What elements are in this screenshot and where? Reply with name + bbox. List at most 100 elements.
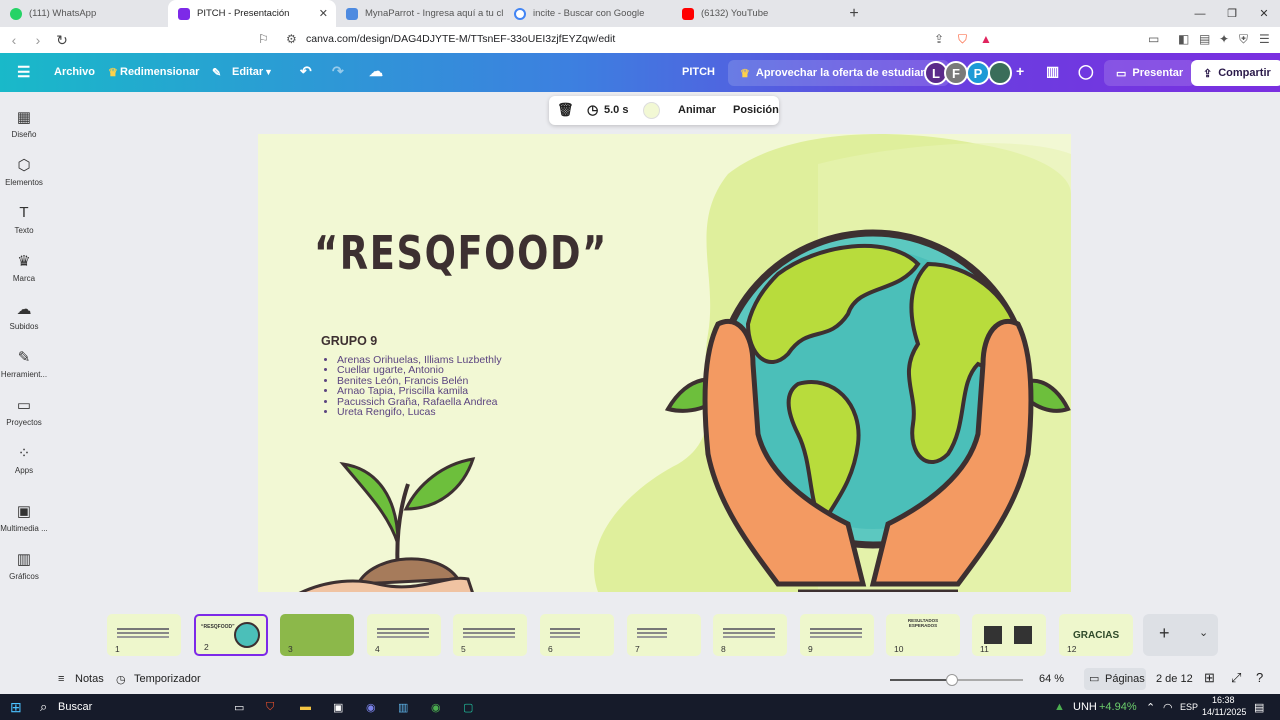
avatar-photo[interactable] [988, 61, 1012, 85]
member-list[interactable]: Arenas Orihuelas, Illiams Luzbethly Cuel… [337, 355, 502, 418]
presentar-button[interactable]: ▭ Presentar [1104, 60, 1196, 86]
browser-tab[interactable]: incite - Buscar con Google [504, 0, 672, 27]
back-icon[interactable]: ‹ [4, 32, 24, 48]
analytics-icon[interactable]: ▥ [1046, 63, 1059, 80]
file-explorer-icon[interactable]: ▬ [300, 701, 311, 713]
close-window-icon[interactable]: ✕ [1248, 0, 1280, 27]
task-view-icon[interactable]: ▭ [234, 701, 244, 714]
grid-view-icon[interactable]: ⊞ [1204, 670, 1215, 686]
thumbnail-page-3[interactable]: 3 [280, 614, 354, 656]
close-tab-icon[interactable]: ✕ [319, 7, 328, 20]
redo-icon[interactable]: ↷ [332, 63, 344, 80]
app-icon[interactable]: ▥ [398, 701, 408, 714]
browser-tab[interactable]: MynaParrot - Ingresa aquí a tu cl [336, 0, 504, 27]
cloud-saved-icon[interactable]: ☁ [369, 63, 383, 80]
vpn-icon[interactable]: ⛨ [1239, 32, 1248, 47]
animar-button[interactable]: Animar [678, 104, 716, 116]
undo-icon[interactable]: ↶ [300, 63, 312, 80]
compartir-button[interactable]: ⇪ Compartir [1191, 60, 1280, 86]
page-counter[interactable]: 2 de 12 [1156, 673, 1193, 685]
globe-in-hands-illustration[interactable] [658, 204, 1071, 592]
editar-dropdown[interactable]: Editar [232, 66, 263, 78]
brave-browser-icon[interactable]: ⛉ [266, 701, 274, 714]
thumbnail-page-7[interactable]: 7 [627, 614, 701, 656]
sidebar-item-marca[interactable]: ♛ Marca [0, 252, 48, 283]
sidebar-item-diseno[interactable]: ▦ Diseño [0, 108, 48, 139]
browser-tab[interactable]: (6132) YouTube [672, 0, 840, 27]
taskbar-search[interactable]: Buscar [58, 701, 92, 713]
sprout-in-hand-illustration[interactable] [298, 454, 498, 592]
slide-canvas[interactable]: “RESQFOOD” GRUPO 9 Arenas Orihuelas, Ill… [258, 134, 1071, 592]
reload-icon[interactable]: ↻ [52, 32, 72, 49]
sidebar-item-graficos[interactable]: ▥ Gráficos [0, 550, 48, 581]
new-tab-button[interactable]: + [840, 0, 868, 27]
thumbnail-page-6[interactable]: 6 [540, 614, 614, 656]
brave-rewards-icon[interactable]: ▲ [980, 32, 992, 46]
slide-title[interactable]: “RESQFOOD” [314, 226, 608, 280]
notifications-icon[interactable]: ▤ [1254, 701, 1264, 714]
posicion-button[interactable]: Posición [733, 104, 779, 116]
sidebar-item-elementos[interactable]: ⬡ Elementos [0, 156, 48, 187]
app-icon[interactable]: ▣ [333, 701, 343, 714]
language-indicator[interactable]: ESP [1180, 702, 1198, 712]
teams-icon[interactable]: ◉ [366, 701, 376, 714]
comments-icon[interactable]: ◯ [1078, 63, 1094, 80]
chevron-down-icon[interactable]: ⌄ [1199, 626, 1208, 639]
app-icon[interactable]: ▢ [463, 701, 473, 714]
sidebar-item-texto[interactable]: T Texto [0, 204, 48, 235]
sidebar-toggle-icon[interactable]: ◧ [1178, 32, 1189, 46]
timer-icon[interactable]: ◷ [587, 102, 598, 118]
sidebar-item-subidos[interactable]: ☁ Subidos [0, 300, 48, 331]
bookmark-icon[interactable]: ⚐ [258, 32, 269, 46]
thumbnail-page-12[interactable]: GRACIAS 12 [1059, 614, 1133, 656]
brave-shield-icon[interactable]: ⛉ [958, 32, 967, 47]
thumbnail-page-10[interactable]: RESULTADOS ESPERADOS 10 [886, 614, 960, 656]
zoom-slider-handle[interactable] [946, 674, 958, 686]
stock-ticker[interactable]: UNH [1073, 701, 1097, 713]
clock-time[interactable]: 16:38 [1212, 695, 1235, 705]
thumbnail-page-4[interactable]: 4 [367, 614, 441, 656]
duration-value[interactable]: 5.0 s [604, 104, 628, 116]
cast-icon[interactable]: ▭ [1148, 32, 1159, 46]
temporizador-button[interactable]: Temporizador [134, 673, 201, 685]
thumbnail-page-5[interactable]: 5 [453, 614, 527, 656]
chrome-icon[interactable]: ◉ [431, 701, 441, 714]
windows-start-icon[interactable]: ⊞ [10, 699, 22, 716]
avatar[interactable]: P [966, 61, 990, 85]
chevron-up-icon[interactable]: ⌃ [1146, 701, 1155, 714]
forward-icon[interactable]: › [28, 32, 48, 48]
thumbnail-page-1[interactable]: 1 [107, 614, 181, 656]
site-settings-icon[interactable]: ⚙ [286, 32, 297, 46]
share-icon[interactable]: ⇪ [934, 32, 944, 46]
minimize-icon[interactable]: — [1184, 0, 1216, 27]
thumbnail-page-11[interactable]: 11 [972, 614, 1046, 656]
clock-date[interactable]: 14/11/2025 [1202, 707, 1246, 717]
wallet-icon[interactable]: ▤ [1199, 32, 1210, 46]
group-name[interactable]: GRUPO 9 [321, 334, 377, 348]
sidebar-item-herramientas[interactable]: ✎ Herramient... [0, 348, 48, 379]
thumbnail-page-2-selected[interactable]: “RESQFOOD” 2 [194, 614, 268, 656]
thumbnail-page-9[interactable]: 9 [800, 614, 874, 656]
zoom-value[interactable]: 64 % [1039, 673, 1064, 685]
fullscreen-icon[interactable]: ⤢ [1231, 670, 1241, 686]
add-page-button[interactable]: + ⌄ [1143, 614, 1218, 656]
trash-icon[interactable]: 🗑 [557, 102, 574, 118]
archivo-menu[interactable]: Archivo [54, 66, 95, 78]
paginas-button[interactable]: ▭ Páginas [1084, 668, 1146, 690]
menu-icon[interactable]: ☰ [1259, 32, 1270, 46]
leo-ai-icon[interactable]: ✦ [1219, 32, 1229, 46]
zoom-slider[interactable] [890, 674, 1023, 686]
thumbnail-page-8[interactable]: 8 [713, 614, 787, 656]
design-title[interactable]: PITCH [682, 66, 715, 78]
notas-button[interactable]: Notas [75, 673, 104, 685]
wifi-icon[interactable]: ◠ [1163, 701, 1173, 714]
sidebar-item-multimedia[interactable]: ▣ Multimedia ... [0, 502, 48, 533]
background-color-swatch[interactable] [643, 102, 660, 119]
browser-tab-active[interactable]: PITCH - Presentación ✕ [168, 0, 336, 27]
chevron-down-icon[interactable]: ▼ [264, 67, 273, 77]
restore-icon[interactable]: ❐ [1216, 0, 1248, 27]
redimensionar-button[interactable]: Redimensionar [120, 66, 199, 78]
url-text[interactable]: canva.com/design/DAG4DJYTE-M/TTsnEF-33oU… [306, 33, 615, 45]
avatar[interactable]: F [944, 61, 968, 85]
hamburger-menu-icon[interactable]: ☰ [17, 63, 30, 81]
